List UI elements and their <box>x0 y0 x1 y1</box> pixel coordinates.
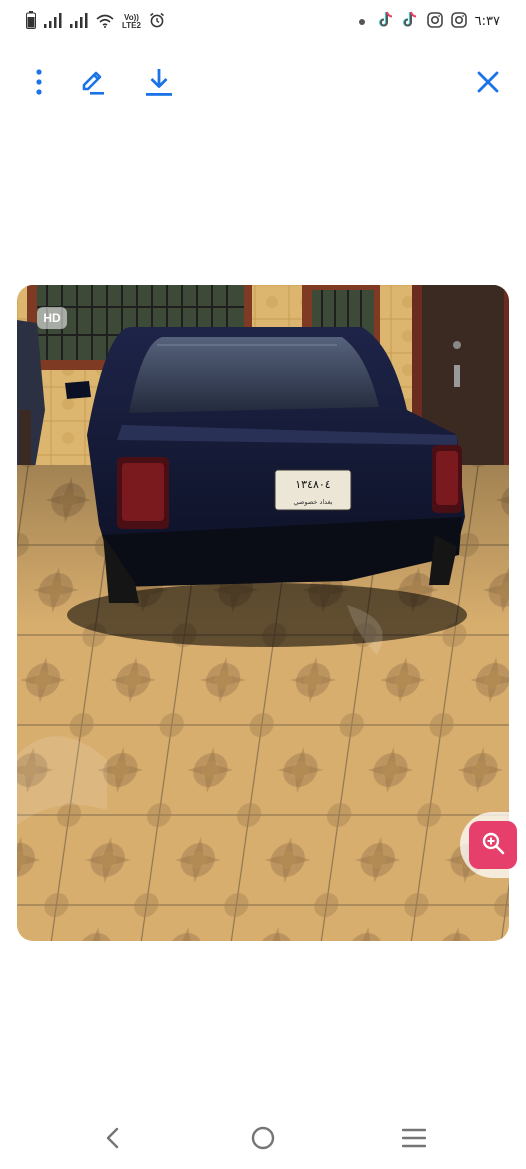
wifi-icon <box>96 13 114 32</box>
instagram-icon <box>426 11 443 32</box>
nav-home-button[interactable] <box>241 1118 285 1162</box>
home-icon <box>251 1126 275 1154</box>
car-photo[interactable]: ١٣٤٨٠٤ بغداد خصوصي <box>17 285 509 941</box>
download-icon <box>145 67 173 101</box>
status-bar: Vo)) LTE2 ٦:٣٧ <box>0 0 526 42</box>
status-icons-left: Vo)) LTE2 <box>26 11 165 33</box>
notification-dot-icon <box>358 18 365 25</box>
nav-recents-button[interactable] <box>392 1118 436 1162</box>
download-button[interactable] <box>139 64 179 104</box>
nav-back-button[interactable] <box>90 1118 134 1162</box>
edit-icon <box>79 68 107 100</box>
volte-icon: Vo)) LTE2 <box>122 14 141 30</box>
volte-bottom-label: LTE2 <box>122 21 141 30</box>
back-icon <box>105 1127 119 1153</box>
instagram-icon <box>450 11 467 32</box>
tiktok-icon <box>378 11 395 32</box>
license-plate-region: بغداد خصوصي <box>293 498 332 506</box>
battery-icon <box>26 11 36 33</box>
zoom-in-icon <box>481 831 505 859</box>
more-vert-icon <box>35 69 43 99</box>
more-options-button[interactable] <box>19 64 59 104</box>
tiktok-icon <box>402 11 419 32</box>
hd-badge: HD <box>37 307 67 329</box>
close-icon <box>477 71 499 97</box>
status-icons-right: ٦:٣٧ <box>358 11 500 32</box>
alarm-icon <box>149 12 165 32</box>
recents-icon <box>401 1128 427 1152</box>
close-button[interactable] <box>468 64 508 104</box>
clock-time: ٦:٣٧ <box>474 14 500 29</box>
signal-icon <box>44 12 62 32</box>
edit-button[interactable] <box>73 64 113 104</box>
license-plate-number: ١٣٤٨٠٤ <box>295 478 331 491</box>
zoom-search-button[interactable] <box>469 821 517 869</box>
signal-icon <box>70 12 88 32</box>
